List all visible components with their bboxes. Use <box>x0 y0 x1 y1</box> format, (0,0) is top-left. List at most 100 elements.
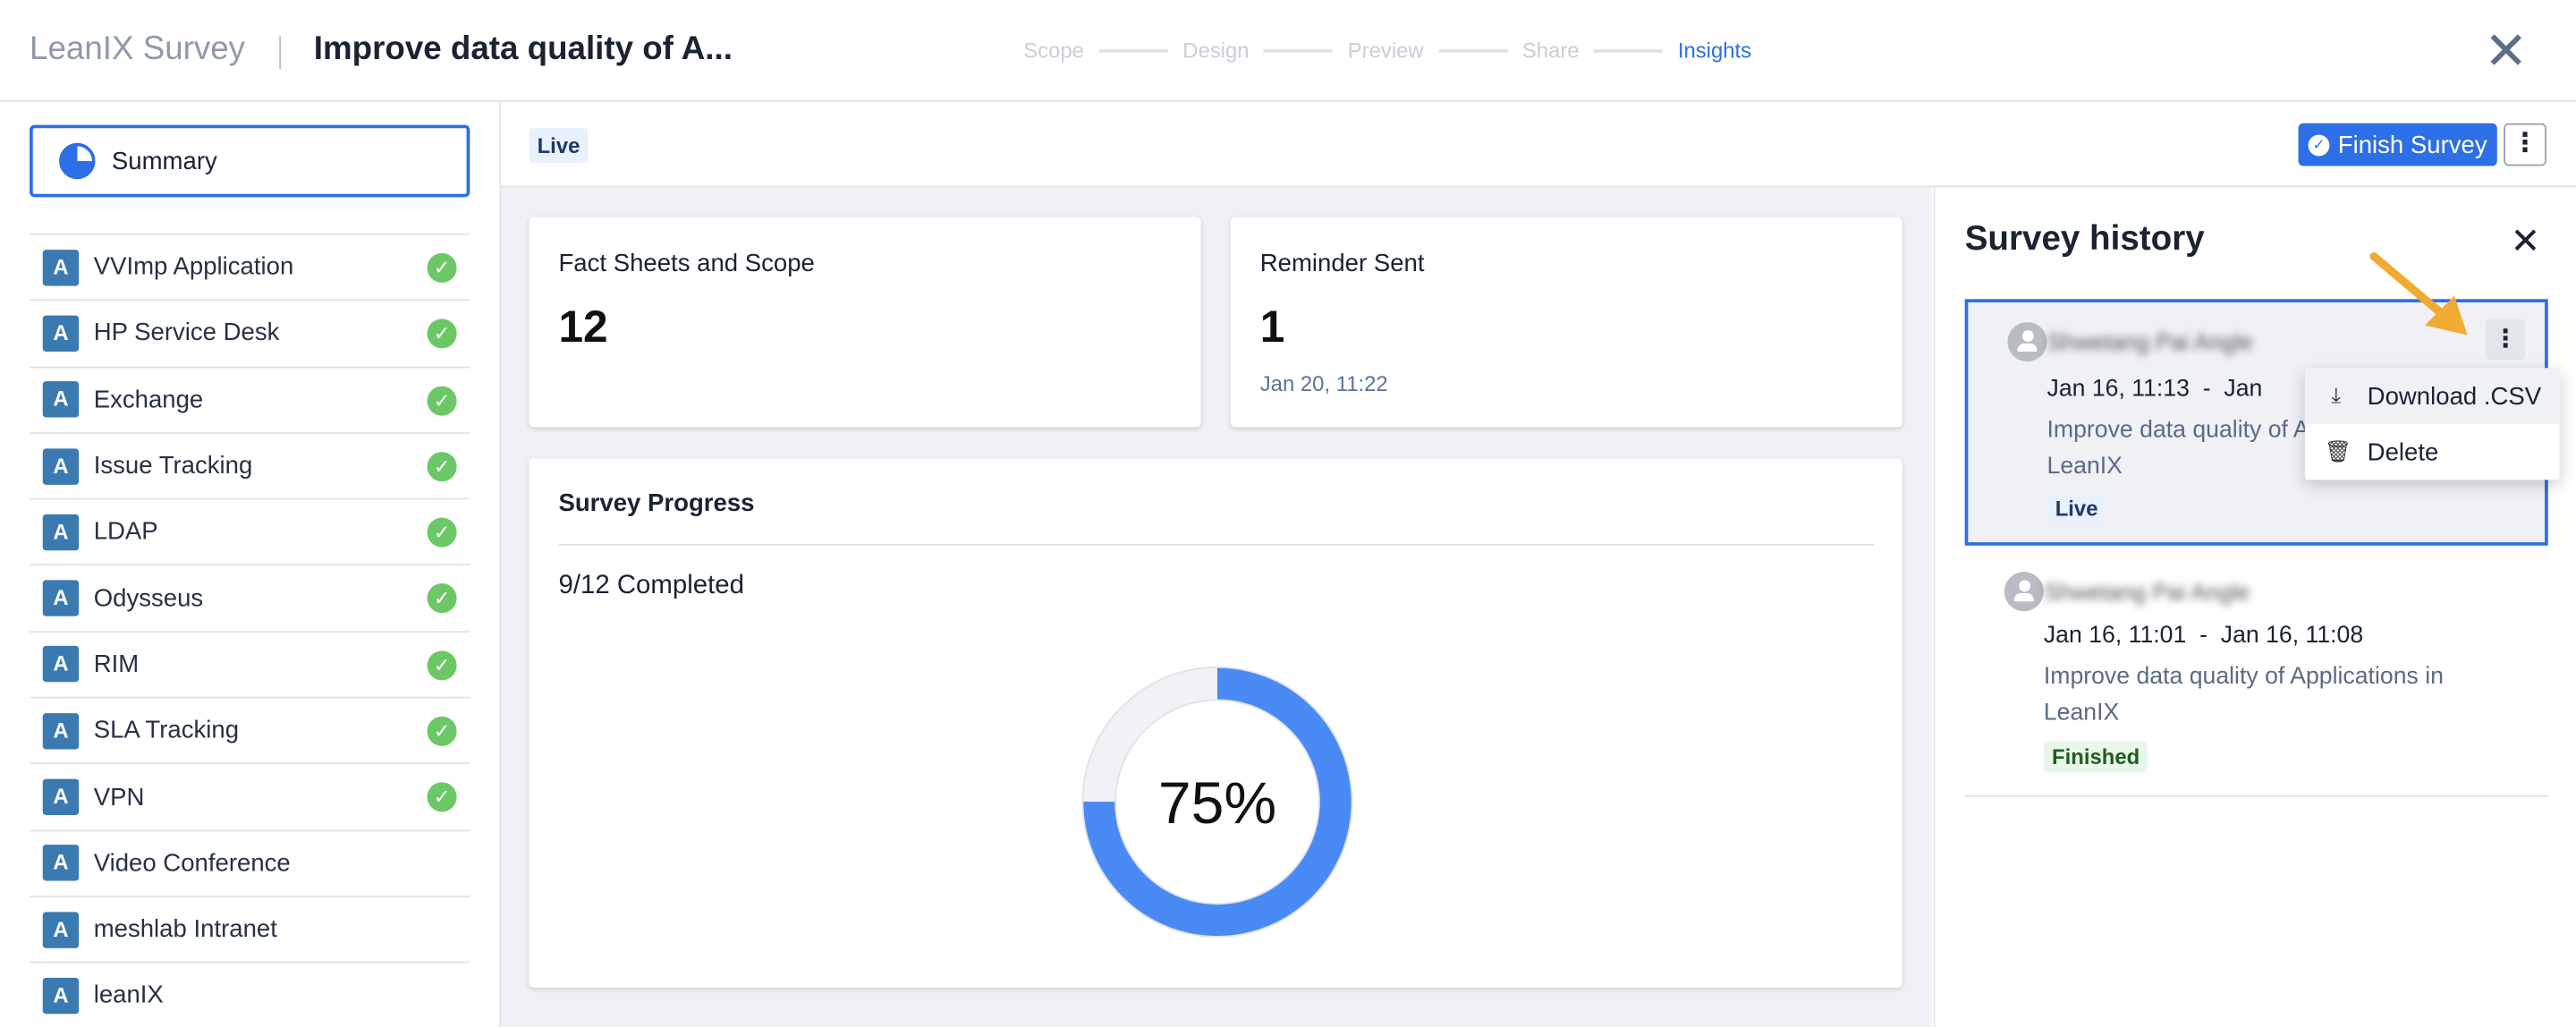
sidebar-item[interactable]: A SLA Tracking ✓ <box>30 696 470 763</box>
step-connector <box>1438 48 1508 52</box>
sidebar-item-label: VPN <box>93 783 145 811</box>
sidebar-item[interactable]: A VVImp Application ✓ <box>30 233 470 300</box>
sidebar-item[interactable]: AleanIX <box>30 961 470 1028</box>
reminder-date: Jan 20, 11:22 <box>1259 371 1388 396</box>
step-share[interactable]: Share <box>1522 38 1580 63</box>
sidebar-item-label: VVImp Application <box>93 253 294 282</box>
step-preview[interactable]: Preview <box>1348 38 1424 63</box>
check-circle-icon: ✓ <box>427 385 457 415</box>
sidebar-item-label: meshlab Intranet <box>93 915 277 944</box>
step-scope[interactable]: Scope <box>1023 38 1084 63</box>
status-badge: Finished <box>2043 741 2148 773</box>
fact-sheets-card: Fact Sheets and Scope 12 <box>529 217 1201 428</box>
application-icon: A <box>42 845 80 882</box>
menu-item-download-csv[interactable]: ⤓ Download .CSV <box>2304 368 2560 424</box>
card-value: 1 <box>1259 302 1285 353</box>
application-icon: A <box>42 911 80 948</box>
progress-title: Survey Progress <box>558 489 755 518</box>
sidebar-item[interactable]: A LDAP ✓ <box>30 497 470 565</box>
application-icon: A <box>42 315 80 352</box>
status-badge: Live <box>2046 493 2106 524</box>
completed-count: 9/12 Completed <box>558 572 744 600</box>
card-label: Reminder Sent <box>1259 250 1425 278</box>
user-name: Shwetang Pai Angle <box>2043 578 2250 605</box>
sidebar-item[interactable]: A RIM ✓ <box>30 630 470 697</box>
more-options-icon[interactable]: ⋮ <box>2485 319 2526 361</box>
avatar-icon <box>2007 321 2047 362</box>
toolbar: Live ✓ Finish Survey ⋮ <box>501 101 2576 188</box>
status-badge: Live <box>529 128 589 163</box>
sidebar-item-label: Video Conference <box>93 849 291 878</box>
sidebar-item-label: HP Service Desk <box>93 319 280 348</box>
step-insights[interactable]: Insights <box>1678 38 1751 63</box>
step-design[interactable]: Design <box>1182 38 1249 63</box>
sidebar-item-label: SLA Tracking <box>93 717 240 745</box>
check-circle-icon: ✓ <box>2308 133 2330 156</box>
stepper: Scope Design Preview Share Insights <box>1023 38 1751 63</box>
trash-icon: 🗑 <box>2324 438 2352 463</box>
application-icon: A <box>42 646 80 684</box>
survey-progress-card: Survey Progress 9/12 Completed 75% <box>529 458 1902 988</box>
user-name: Shwetang Pai Angle <box>2046 328 2253 355</box>
avatar-icon <box>2004 572 2044 612</box>
arrow-annotation-icon <box>2369 251 2468 336</box>
application-icon: A <box>42 381 80 418</box>
close-panel-icon[interactable]: ✕ <box>2510 220 2540 263</box>
sidebar-item-label: leanIX <box>93 981 164 1010</box>
app-name: LeanIX Survey <box>30 30 246 68</box>
pie-chart-icon <box>59 142 96 180</box>
history-dates: Jan 16, 11:01 - Jan 16, 11:08 <box>2043 623 2364 650</box>
percent-label: 75% <box>1158 770 1276 837</box>
more-options-icon[interactable]: ⋮ <box>2504 123 2546 166</box>
menu-item-delete[interactable]: 🗑 Delete <box>2305 424 2560 480</box>
sidebar: Summary A VVImp Application ✓ A HP Service D… <box>0 101 502 1028</box>
sidebar-item[interactable]: A Exchange ✓ <box>30 365 470 432</box>
sidebar-item[interactable]: A VPN ✓ <box>30 762 470 829</box>
summary-button[interactable]: Summary <box>30 124 470 198</box>
check-circle-icon: ✓ <box>427 451 457 481</box>
check-circle-icon: ✓ <box>427 650 457 680</box>
application-icon: A <box>42 580 80 616</box>
progress-donut: 75% <box>1081 666 1353 938</box>
application-icon: A <box>42 514 80 550</box>
check-circle-icon: ✓ <box>427 782 457 813</box>
divider <box>558 543 1875 546</box>
check-circle-icon: ✓ <box>427 517 457 548</box>
finish-survey-label: Finish Survey <box>2337 131 2487 159</box>
sidebar-item[interactable]: A HP Service Desk ✓ <box>30 299 470 366</box>
sidebar-item-label: Exchange <box>93 386 204 414</box>
download-icon: ⤓ <box>2331 382 2342 408</box>
sidebar-item-label: Issue Tracking <box>93 452 253 480</box>
sidebar-item[interactable]: Ameshlab Intranet <box>30 895 470 962</box>
survey-title: Improve data quality of A... <box>313 30 733 68</box>
sidebar-item[interactable]: A Video Conference <box>30 828 470 896</box>
application-icon: A <box>42 778 80 816</box>
menu-label: Delete <box>2367 438 2439 466</box>
sidebar-item[interactable]: A Odysseus ✓ <box>30 564 470 631</box>
close-icon[interactable]: ✕ <box>2484 25 2528 78</box>
check-circle-icon: ✓ <box>427 583 457 614</box>
header-divider <box>279 36 282 70</box>
summary-label: Summary <box>111 147 217 175</box>
fact-sheet-list: A VVImp Application ✓ A HP Service Desk ✓ A Exc… <box>30 233 470 1028</box>
sidebar-item-label: LDAP <box>93 518 158 547</box>
header: LeanIX Survey Improve data quality of A.… <box>0 0 2576 102</box>
history-dates: Jan 16, 11:13 - Jan <box>2046 376 2263 403</box>
step-connector <box>1264 48 1334 52</box>
application-icon: A <box>42 712 80 750</box>
sidebar-item-label: Odysseus <box>93 584 204 613</box>
check-circle-icon: ✓ <box>427 252 457 283</box>
sidebar-item[interactable]: A Issue Tracking ✓ <box>30 431 470 498</box>
step-connector <box>1098 48 1168 52</box>
finish-survey-button[interactable]: ✓ Finish Survey <box>2298 123 2497 166</box>
step-connector <box>1594 48 1664 52</box>
main-content: Fact Sheets and Scope 12 Reminder Sent 1… <box>501 187 1932 1027</box>
reminder-card: Reminder Sent 1 Jan 20, 11:22 <box>1230 217 1902 428</box>
survey-history-panel: Survey history ✕ Shwetang Pai Angle Jan … <box>1933 187 2576 1027</box>
history-item[interactable]: Shwetang Pai Angle Jan 16, 11:01 - Jan 1… <box>1964 565 2548 797</box>
application-icon: A <box>42 977 80 1015</box>
card-label: Fact Sheets and Scope <box>558 250 815 278</box>
application-icon: A <box>42 447 80 484</box>
check-circle-icon: ✓ <box>427 716 457 747</box>
context-menu: ⤓ Download .CSV 🗑 Delete <box>2304 368 2560 480</box>
